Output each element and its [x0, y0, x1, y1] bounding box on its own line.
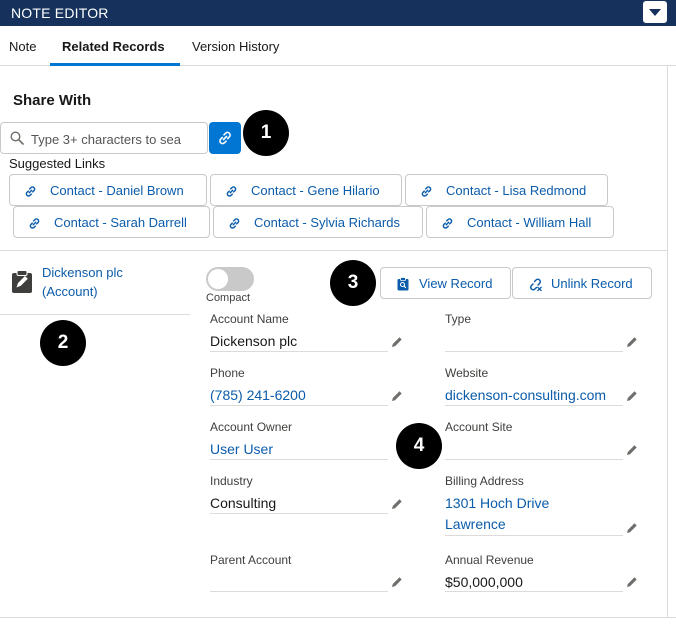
share-with-heading: Share With	[13, 92, 92, 109]
field-underline	[445, 535, 623, 536]
website-value[interactable]: dickenson-consulting.com	[445, 387, 606, 403]
related-record-type-link[interactable]: (Account)	[42, 284, 98, 299]
field-underline	[210, 513, 388, 514]
suggested-link-label: Contact - Sylvia Richards	[254, 215, 400, 230]
unlink-record-label: Unlink Record	[551, 276, 633, 291]
related-record-name-link[interactable]: Dickenson plc	[42, 265, 123, 280]
industry-label: Industry	[210, 474, 253, 488]
link-icon	[421, 186, 432, 197]
search-input[interactable]	[31, 129, 181, 149]
compact-toggle[interactable]	[206, 267, 254, 291]
pencil-icon[interactable]	[390, 389, 404, 403]
active-tab-indicator	[50, 63, 180, 66]
account-name-label: Account Name	[210, 312, 289, 326]
phone-value[interactable]: (785) 241-6200	[210, 387, 306, 403]
callout-2: 2	[40, 320, 86, 366]
unlink-record-button[interactable]: Unlink Record	[512, 267, 652, 299]
annual-revenue-value: $50,000,000	[445, 574, 523, 590]
tab-note[interactable]: Note	[9, 39, 36, 54]
industry-value: Consulting	[210, 495, 277, 511]
view-record-button[interactable]: View Record	[380, 267, 511, 299]
unlink-icon	[530, 278, 542, 292]
toggle-knob	[208, 269, 228, 289]
suggested-link-label: Contact - William Hall	[467, 215, 592, 230]
field-underline	[445, 591, 623, 592]
link-icon	[442, 218, 453, 229]
link-icon	[226, 186, 237, 197]
compact-toggle-label: Compact	[206, 292, 251, 304]
billing-address-line1[interactable]: 1301 Hoch Drive	[445, 495, 549, 511]
suggested-link-daniel-brown[interactable]: Contact - Daniel Brown	[9, 174, 207, 206]
pencil-icon[interactable]	[625, 389, 639, 403]
callout-1: 1	[243, 110, 289, 156]
link-icon	[219, 131, 231, 145]
type-label: Type	[445, 312, 472, 326]
phone-label: Phone	[210, 366, 245, 380]
field-underline	[210, 459, 388, 460]
annual-revenue-label: Annual Revenue	[445, 553, 534, 567]
pencil-icon[interactable]	[625, 335, 639, 349]
suggested-link-label: Contact - Lisa Redmond	[446, 183, 587, 198]
billing-address-label: Billing Address	[445, 474, 524, 488]
pencil-icon[interactable]	[390, 575, 404, 589]
tab-version-history[interactable]: Version History	[192, 39, 279, 54]
suggested-links-label: Suggested Links	[9, 156, 106, 171]
pencil-icon[interactable]	[625, 521, 639, 535]
record-search-box[interactable]	[0, 122, 208, 154]
link-icon	[229, 218, 240, 229]
suggested-link-william-hall[interactable]: Contact - William Hall	[426, 206, 614, 238]
pencil-icon[interactable]	[390, 335, 404, 349]
pencil-icon[interactable]	[625, 443, 639, 457]
tab-related-records[interactable]: Related Records	[62, 39, 165, 54]
link-icon	[29, 218, 40, 229]
link-icon	[25, 186, 36, 197]
account-name-value: Dickenson plc	[210, 333, 298, 349]
header-menu-button[interactable]	[643, 1, 667, 23]
callout-4: 4	[396, 423, 442, 469]
chevron-down-icon	[649, 9, 661, 16]
field-underline	[210, 351, 388, 352]
suggested-link-sarah-darrell[interactable]: Contact - Sarah Darrell	[13, 206, 210, 238]
field-underline	[445, 459, 623, 460]
suggested-link-label: Contact - Gene Hilario	[251, 183, 380, 198]
clipboard-icon	[12, 270, 32, 293]
suggested-link-label: Contact - Daniel Brown	[50, 183, 184, 198]
suggested-link-gene-hilario[interactable]: Contact - Gene Hilario	[210, 174, 402, 206]
pencil-icon[interactable]	[625, 575, 639, 589]
search-icon	[10, 131, 24, 145]
field-underline	[210, 405, 388, 406]
view-record-label: View Record	[419, 276, 493, 291]
header-bar: NOTE EDITOR	[0, 0, 676, 26]
suggested-link-label: Contact - Sarah Darrell	[54, 215, 187, 230]
callout-3: 3	[330, 260, 376, 306]
account-owner-value[interactable]: User User	[210, 441, 273, 457]
tab-bar: Note Related Records Version History	[0, 26, 676, 66]
field-underline	[210, 591, 388, 592]
link-record-button[interactable]	[209, 122, 241, 154]
footer-divider	[0, 617, 676, 618]
pencil-icon[interactable]	[390, 497, 404, 511]
website-label: Website	[445, 366, 489, 380]
clipboard-search-icon	[397, 277, 409, 291]
suggested-link-lisa-redmond[interactable]: Contact - Lisa Redmond	[405, 174, 608, 206]
account-site-label: Account Site	[445, 420, 513, 434]
panel-edge	[667, 66, 668, 617]
billing-address-line2[interactable]: Lawrence	[445, 516, 506, 532]
section-divider	[0, 250, 668, 251]
account-owner-label: Account Owner	[210, 420, 293, 434]
record-list-divider	[0, 314, 190, 315]
field-underline	[445, 405, 623, 406]
suggested-link-sylvia-richards[interactable]: Contact - Sylvia Richards	[213, 206, 423, 238]
field-underline	[445, 351, 623, 352]
parent-account-label: Parent Account	[210, 553, 292, 567]
app-title: NOTE EDITOR	[11, 5, 109, 21]
